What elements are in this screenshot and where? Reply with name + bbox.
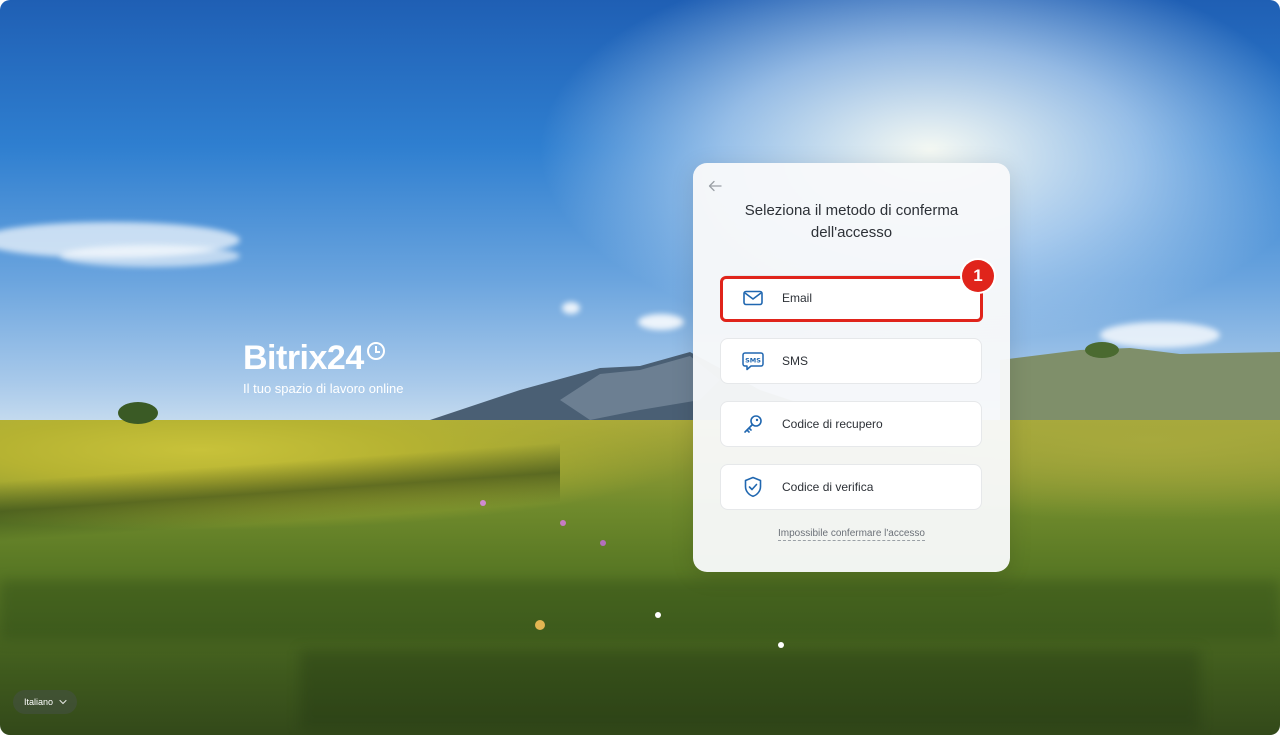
option-label: SMS — [782, 354, 809, 368]
language-selector[interactable]: Italiano — [13, 690, 78, 714]
envelope-icon — [742, 287, 764, 309]
flower — [778, 642, 784, 648]
flower — [655, 612, 661, 618]
flower — [480, 500, 486, 506]
brand-tagline: Il tuo spazio di lavoro online — [243, 381, 404, 396]
step-badge: 1 — [962, 260, 994, 292]
chevron-down-icon — [59, 697, 67, 707]
sms-icon: SMS — [742, 350, 764, 372]
cannot-confirm-link-wrapper: Impossibile confermare l'accesso — [693, 528, 1010, 541]
auth-method-card: Seleziona il metodo di conferma dell'acc… — [693, 163, 1010, 572]
flower — [600, 540, 606, 546]
login-screen: Bitrix24 Il tuo spazio di lavoro online … — [0, 0, 1280, 735]
brand: Bitrix24 Il tuo spazio di lavoro online — [243, 338, 403, 396]
option-label: Codice di recupero — [782, 417, 883, 431]
cannot-confirm-link[interactable]: Impossibile confermare l'accesso — [778, 528, 925, 541]
cloud — [60, 245, 240, 267]
svg-text:SMS: SMS — [745, 357, 761, 365]
tree — [118, 402, 158, 424]
card-title: Seleziona il metodo di conferma dell'acc… — [744, 202, 959, 241]
option-sms-button[interactable]: SMS SMS — [720, 338, 982, 384]
option-verification-code-button[interactable]: Codice di verifica — [720, 464, 982, 510]
shield-check-icon — [742, 476, 764, 498]
tree — [1085, 342, 1119, 358]
option-label: Email — [782, 291, 813, 305]
option-recovery-code-button[interactable]: Codice di recupero — [720, 401, 982, 447]
flower — [535, 620, 545, 630]
cloud — [638, 314, 684, 330]
brand-name: Bitrix24 — [243, 339, 364, 377]
option-label: Codice di verifica — [782, 480, 874, 494]
brand-logo: Bitrix24 — [243, 338, 403, 378]
clock-icon — [366, 342, 385, 360]
flower — [560, 520, 566, 526]
option-email-button[interactable]: Email — [720, 275, 982, 321]
key-icon — [742, 413, 764, 435]
arrow-left-icon[interactable] — [705, 178, 725, 198]
cloud — [562, 302, 580, 314]
grass-shade — [0, 580, 1280, 640]
grass-shade — [300, 650, 1200, 730]
language-label: Italiano — [24, 697, 54, 707]
